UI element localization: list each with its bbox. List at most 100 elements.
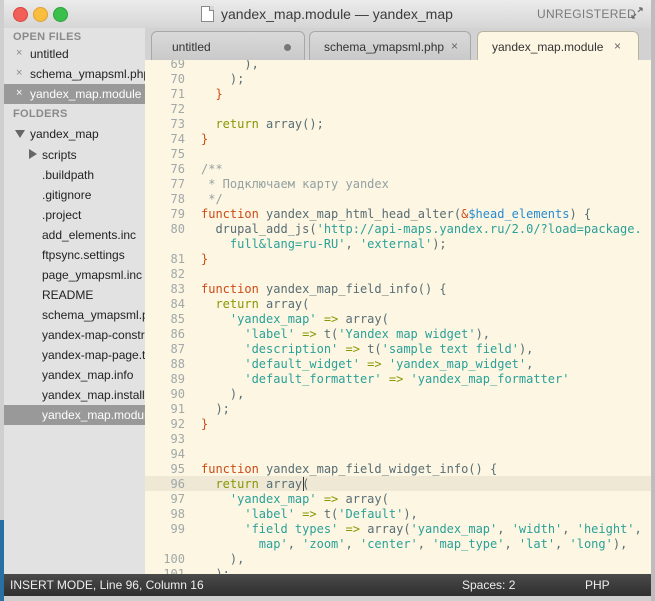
tab-schema-ymapsml[interactable]: schema_ymapsml.php × xyxy=(309,31,471,61)
line-number: 86 xyxy=(170,327,185,341)
line-number: 72 xyxy=(170,102,185,116)
status-mode: INSERT MODE, Line 96, Column 16 xyxy=(10,578,204,592)
tree-file[interactable]: schema_ymapsml.php xyxy=(4,305,145,325)
unregistered-label: UNREGISTERED xyxy=(537,7,636,21)
code-line: 'field types' => array('yandex_map', 'wi… xyxy=(201,522,651,536)
code-line: ); xyxy=(201,72,245,86)
tree-file[interactable]: yandex-map-page.tpl.php xyxy=(4,345,145,365)
code-line: * Подключаем карту yandex xyxy=(201,177,389,191)
tree-file-selected[interactable]: yandex_map.module xyxy=(4,405,145,425)
editor-window: yandex_map.module — yandex_map UNREGISTE… xyxy=(4,0,651,596)
indentation-setting[interactable]: Spaces: 2 xyxy=(462,578,515,592)
line-number: 85 xyxy=(170,312,185,326)
folder-scripts[interactable]: scripts xyxy=(4,145,145,165)
code-line: return array( xyxy=(201,297,310,311)
line-number: 88 xyxy=(170,357,185,371)
syntax-selector[interactable]: PHP xyxy=(585,578,610,592)
line-number: 82 xyxy=(170,267,185,281)
tree-file[interactable]: yandex_map.info xyxy=(4,365,145,385)
tree-file[interactable]: .gitignore xyxy=(4,185,145,205)
minimize-window-button[interactable] xyxy=(33,7,48,22)
code-line: ); xyxy=(201,567,230,574)
line-number: 87 xyxy=(170,342,185,356)
fullscreen-icon[interactable] xyxy=(631,7,643,19)
close-tab-icon[interactable]: × xyxy=(614,39,621,53)
line-number: 99 xyxy=(170,522,185,536)
tree-file[interactable]: ftpsync.settings xyxy=(4,245,145,265)
tree-file[interactable]: yandex-map-constructor xyxy=(4,325,145,345)
zoom-window-button[interactable] xyxy=(53,7,68,22)
line-number: 80 xyxy=(170,222,185,236)
title-bar: yandex_map.module — yandex_map UNREGISTE… xyxy=(4,0,651,28)
code-line: /** xyxy=(201,162,223,176)
code-line: 'default_formatter' => 'yandex_map_forma… xyxy=(201,372,570,386)
code-line: 'yandex_map' => array( xyxy=(201,492,389,506)
close-icon[interactable]: × xyxy=(16,87,22,99)
code-line: function yandex_map_html_head_alter(&$he… xyxy=(201,207,592,221)
code-line: return array(); xyxy=(215,117,324,131)
close-tab-icon[interactable]: × xyxy=(451,39,458,53)
tab-yandex-map-module[interactable]: yandex_map.module × xyxy=(477,31,639,61)
line-number: 78 xyxy=(170,192,185,206)
line-number: 84 xyxy=(170,297,185,311)
code-line: } xyxy=(201,252,209,266)
line-number: 77 xyxy=(170,177,185,191)
line-number: 98 xyxy=(170,507,185,521)
disclosure-closed-icon[interactable] xyxy=(29,149,37,159)
line-number: 69 xyxy=(170,60,185,71)
code-line: ), xyxy=(201,60,259,71)
code-line: drupal_add_js('http://api-maps.yandex.ru… xyxy=(201,222,642,236)
disclosure-open-icon[interactable] xyxy=(15,130,25,138)
sidebar: OPEN FILES × untitled × schema_ymapsml.p… xyxy=(4,28,145,574)
code-line: 'label' => t('Default'), xyxy=(201,507,418,521)
line-number: 101 xyxy=(163,567,185,574)
code-line: 'label' => t('Yandex map widget'), xyxy=(201,327,491,341)
code-line: 'default_widget' => 'yandex_map_widget', xyxy=(201,357,534,371)
line-number: 92 xyxy=(170,417,185,431)
open-file-schema[interactable]: × schema_ymapsml.php xyxy=(4,64,145,84)
line-number: 73 xyxy=(170,117,185,131)
tree-file[interactable]: README xyxy=(4,285,145,305)
code-line: } xyxy=(201,87,223,101)
tab-untitled[interactable]: untitled xyxy=(151,31,305,61)
open-file-untitled[interactable]: × untitled xyxy=(4,44,145,64)
line-number: 93 xyxy=(170,432,185,446)
code-line: } xyxy=(201,417,209,431)
line-number: 100 xyxy=(163,552,185,566)
code-line: ), xyxy=(201,387,245,401)
window-title: yandex_map.module — yandex_map xyxy=(221,6,453,22)
tree-file[interactable]: add_elements.inc xyxy=(4,225,145,245)
document-icon xyxy=(201,6,214,22)
open-file-yandex-module[interactable]: × yandex_map.module xyxy=(4,84,145,104)
tree-file[interactable]: .buildpath xyxy=(4,165,145,185)
code-editor[interactable]: 69 70 71 72 73 74 75 76 77 78 79 80 81 8… xyxy=(145,60,651,574)
folders-header: FOLDERS xyxy=(13,108,68,120)
text-caret xyxy=(303,477,304,491)
tree-file[interactable]: page_ymapsml.inc xyxy=(4,265,145,285)
code-line: 'description' => t('sample text field'), xyxy=(201,342,534,356)
code-line: } xyxy=(201,132,209,146)
tree-file[interactable]: yandex_map.install xyxy=(4,385,145,405)
code-line-wrapped: map', 'zoom', 'center', 'map_type', 'lat… xyxy=(201,537,628,551)
line-number: 97 xyxy=(170,492,185,506)
line-number: 89 xyxy=(170,372,185,386)
code-line-current: return array( xyxy=(201,477,310,491)
close-icon[interactable]: × xyxy=(16,47,22,59)
close-window-button[interactable] xyxy=(13,7,28,22)
line-number: 96 xyxy=(170,477,185,491)
code-line: ); xyxy=(201,402,230,416)
close-icon[interactable]: × xyxy=(16,67,22,79)
code-line: ), xyxy=(201,552,245,566)
line-number: 81 xyxy=(170,252,185,266)
folder-yandex-map[interactable]: yandex_map xyxy=(4,124,145,144)
modified-dot-icon[interactable] xyxy=(284,44,291,51)
code-line: 'yandex_map' => array( xyxy=(201,312,389,326)
line-number: 79 xyxy=(170,207,185,221)
code-line-wrapped: full&lang=ru-RU', 'external'); xyxy=(201,237,447,251)
line-number: 71 xyxy=(170,87,185,101)
line-number: 75 xyxy=(170,147,185,161)
line-number: 70 xyxy=(170,72,185,86)
tree-file[interactable]: .project xyxy=(4,205,145,225)
tab-bar: untitled schema_ymapsml.php × yandex_map… xyxy=(145,28,651,61)
line-number: 76 xyxy=(170,162,185,176)
